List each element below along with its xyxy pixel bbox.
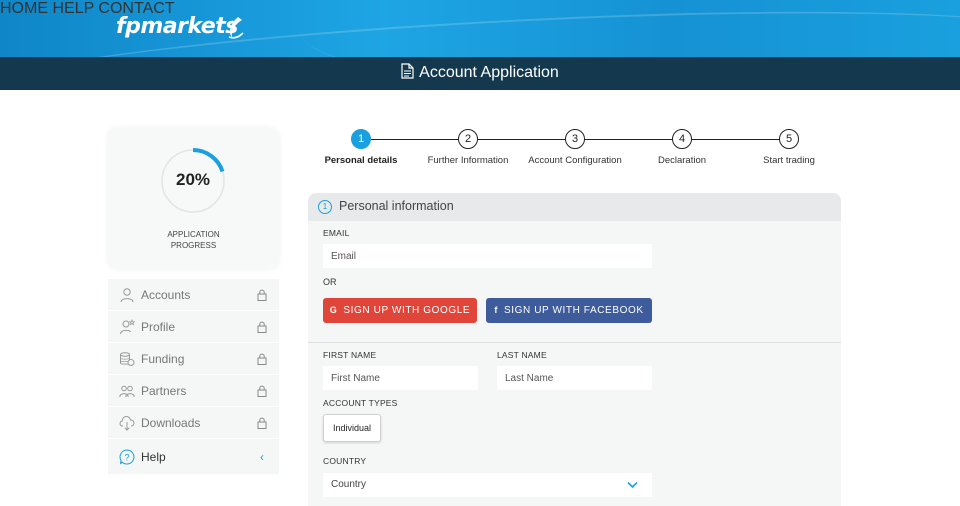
step-number: 2	[458, 129, 478, 149]
sidebar-item-label: Downloads	[141, 416, 201, 430]
sidebar-item-label: Accounts	[141, 288, 191, 302]
top-header: fpmarkets HOME HELP CONTACT	[0, 0, 960, 57]
progress-caption-line1: APPLICATION	[167, 230, 220, 239]
sidebar-item-profile[interactable]: Profile	[108, 311, 279, 343]
facebook-icon: f	[494, 305, 498, 315]
sidebar-item-label: Partners	[141, 384, 187, 398]
logo[interactable]: fpmarkets	[116, 14, 238, 39]
step-number: 5	[779, 129, 799, 149]
progress-percent: 20%	[175, 170, 211, 189]
progress-caption: APPLICATION PROGRESS	[108, 229, 279, 251]
step-number: 4	[672, 129, 692, 149]
application-progress-card: 20% APPLICATION PROGRESS	[108, 128, 279, 269]
country-select[interactable]: Country	[323, 473, 652, 497]
email-field[interactable]	[323, 244, 652, 268]
email-label: EMAIL	[323, 228, 350, 238]
step-label: Further Information	[427, 155, 509, 166]
first-name-field[interactable]	[323, 366, 478, 390]
facebook-signup-button[interactable]: f SIGN UP WITH FACEBOOK	[486, 298, 652, 323]
step-1[interactable]: 1 Personal details	[301, 128, 421, 166]
account-type-individual-button[interactable]: Individual	[323, 414, 381, 442]
partners-icon	[119, 385, 135, 398]
user-icon	[120, 288, 134, 303]
step-3[interactable]: 3 Account Configuration	[515, 128, 635, 166]
sidebar-item-partners[interactable]: Partners	[108, 375, 279, 407]
facebook-signup-label: SIGN UP WITH FACEBOOK	[503, 305, 644, 316]
document-icon	[401, 63, 414, 79]
first-name-label: FIRST NAME	[323, 350, 377, 360]
page-title: Account Application	[419, 64, 559, 81]
google-signup-label: SIGN UP WITH GOOGLE	[343, 305, 471, 316]
step-label: Account Configuration	[528, 155, 622, 166]
step-number: 3	[565, 129, 585, 149]
nav-home-link[interactable]: HOME	[0, 0, 48, 17]
progress-caption-line2: PROGRESS	[170, 241, 217, 250]
google-icon: G	[329, 305, 338, 315]
user-star-icon	[120, 319, 135, 335]
form-divider	[308, 342, 841, 343]
step-2[interactable]: 2 Further Information	[408, 128, 528, 166]
google-signup-button[interactable]: G SIGN UP WITH GOOGLE	[323, 298, 477, 323]
lock-icon	[257, 385, 267, 397]
sidebar-item-accounts[interactable]: Accounts	[108, 279, 279, 311]
sidebar-menu: Accounts Profile Funding Partners Downlo…	[108, 279, 279, 475]
help-icon: ?	[119, 449, 135, 465]
section-number-icon: 1	[318, 200, 332, 214]
account-types-label: ACCOUNT TYPES	[323, 398, 398, 408]
step-5[interactable]: 5 Start trading	[729, 128, 849, 166]
sidebar-item-label: Help	[141, 450, 166, 464]
personal-information-form: 1 Personal information EMAIL OR G SIGN UP…	[308, 193, 841, 506]
lock-icon	[257, 353, 267, 365]
sidebar-item-funding[interactable]: Funding	[108, 343, 279, 375]
last-name-field[interactable]	[497, 366, 652, 390]
country-label: COUNTRY	[323, 456, 367, 466]
sidebar-item-label: Funding	[141, 352, 185, 366]
logo-swoosh-icon	[228, 17, 244, 39]
lock-icon	[257, 289, 267, 301]
form-section-header: 1 Personal information	[308, 193, 841, 221]
step-label: Start trading	[763, 155, 815, 166]
country-select-value: Country	[331, 479, 367, 490]
chevron-left-icon[interactable]: ‹	[260, 450, 264, 464]
page-title-bar: Account Application	[0, 57, 960, 90]
cloud-download-icon	[119, 415, 135, 431]
step-label: Declaration	[657, 155, 707, 166]
or-separator: OR	[323, 277, 337, 287]
nav-help-link[interactable]: HELP	[52, 0, 94, 17]
lock-icon	[257, 417, 267, 429]
lock-icon	[257, 321, 267, 333]
sidebar-item-help[interactable]: ? Help ‹	[108, 439, 279, 475]
step-4[interactable]: 4 Declaration	[622, 128, 742, 166]
step-label: Personal details	[324, 155, 398, 166]
form-section-title: Personal information	[339, 199, 454, 213]
step-number: 1	[351, 129, 371, 149]
sidebar-item-downloads[interactable]: Downloads	[108, 407, 279, 439]
last-name-label: LAST NAME	[497, 350, 547, 360]
coins-icon	[120, 352, 135, 366]
svg-text:?: ?	[124, 453, 129, 463]
application-stepper: 1 Personal details 2 Further Information…	[300, 128, 840, 168]
sidebar-item-label: Profile	[141, 320, 176, 334]
chevron-down-icon	[627, 481, 638, 489]
